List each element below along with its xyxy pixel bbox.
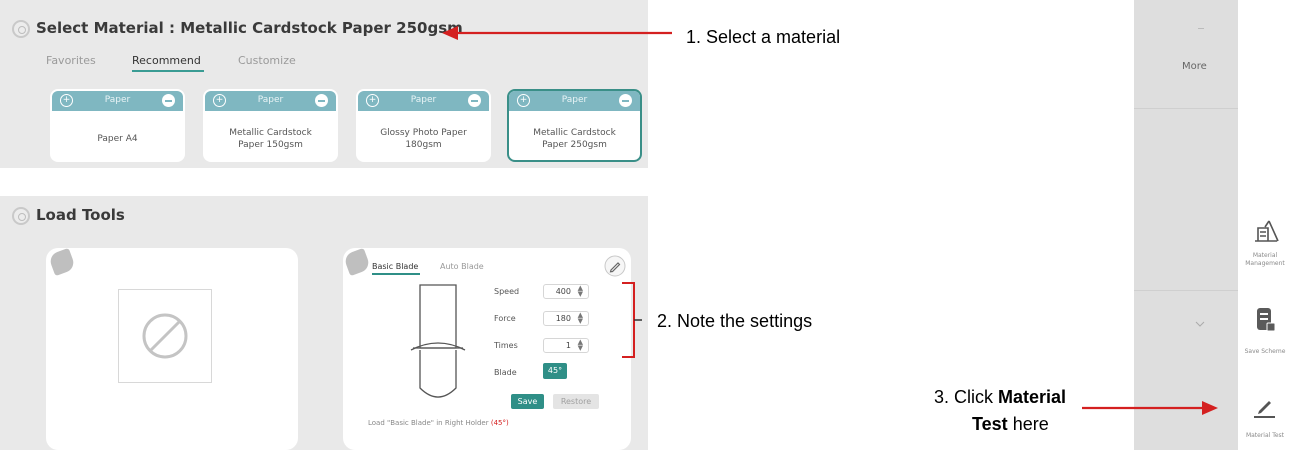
stepper-arrows-icon[interactable]: ▲ ▼ bbox=[578, 312, 583, 325]
load-tools-title: Load Tools bbox=[36, 206, 125, 224]
material-card-name: Metallic Cardstock Paper 150gsm bbox=[229, 127, 312, 150]
annotation-arrow-1 bbox=[442, 26, 672, 40]
restore-button[interactable]: Restore bbox=[553, 394, 599, 409]
no-tool-icon bbox=[142, 313, 188, 359]
save-button[interactable]: Save bbox=[511, 394, 544, 409]
material-management-icon[interactable] bbox=[1251, 215, 1281, 245]
annotation-step-3-test: Test bbox=[972, 414, 1008, 434]
material-card-name: Metallic Cardstock Paper 250gsm bbox=[533, 127, 616, 150]
holder-instruction: Load "Basic Blade" in Right Holder (45°) bbox=[368, 419, 509, 427]
annotation-step-3-bold: Material bbox=[998, 387, 1067, 407]
material-panel-title: Select Material : Metallic Cardstock Pap… bbox=[36, 19, 463, 37]
sidebar-divider bbox=[1134, 290, 1238, 291]
save-scheme-icon[interactable] bbox=[1254, 305, 1276, 335]
sidebar-divider bbox=[1134, 108, 1238, 109]
material-card-header: + Paper bbox=[205, 91, 336, 111]
annotation-bracket bbox=[622, 282, 642, 358]
annotation-step-3-prefix: 3. Click bbox=[934, 387, 999, 407]
holder-instruction-angle: (45°) bbox=[490, 419, 509, 427]
annotation-arrow-3 bbox=[1082, 401, 1218, 415]
active-tab-underline bbox=[132, 70, 204, 72]
chevron-down-icon[interactable] bbox=[1194, 320, 1206, 328]
blade-label: Blade bbox=[494, 368, 517, 377]
annotation-step-2: 2. Note the settings bbox=[657, 311, 813, 331]
holder-instruction-text: Load "Basic Blade" in Right Holder bbox=[368, 419, 491, 427]
material-card-header: + Paper bbox=[52, 91, 183, 111]
stepper-arrows-icon[interactable]: ▲ ▼ bbox=[578, 339, 583, 352]
annotation-step-1: 1. Select a material bbox=[686, 27, 841, 47]
annotation-step-3-line-1: 3. Click Material bbox=[934, 387, 1066, 408]
force-stepper[interactable]: 180 ▲ ▼ bbox=[543, 311, 589, 326]
annotation-step-3-suffix: here bbox=[1007, 414, 1049, 434]
tab-auto-blade[interactable]: Auto Blade bbox=[440, 262, 484, 271]
tab-favorites[interactable]: Favorites bbox=[46, 54, 96, 67]
tab-basic-blade[interactable]: Basic Blade bbox=[372, 262, 418, 271]
material-card-metallic-150[interactable]: + Paper Metallic Cardstock Paper 150gsm bbox=[203, 89, 338, 162]
settings-gear-icon bbox=[12, 207, 30, 225]
settings-gear-icon bbox=[12, 20, 30, 38]
times-stepper[interactable]: 1 ▲ ▼ bbox=[543, 338, 589, 353]
tab-recommend[interactable]: Recommend bbox=[132, 54, 201, 67]
times-value: 1 bbox=[565, 341, 571, 350]
force-value: 180 bbox=[555, 314, 571, 323]
material-card-name: Glossy Photo Paper 180gsm bbox=[380, 127, 467, 150]
remove-icon[interactable] bbox=[619, 94, 632, 107]
sidebar-label-save-scheme: Save Scheme bbox=[1244, 348, 1286, 355]
remove-icon[interactable] bbox=[162, 94, 175, 107]
material-card-paper-a4[interactable]: + Paper Paper A4 bbox=[50, 89, 185, 162]
active-blade-tab-underline bbox=[372, 273, 420, 275]
speed-stepper[interactable]: 400 ▲ ▼ bbox=[543, 284, 589, 299]
force-label: Force bbox=[494, 314, 516, 323]
tab-customize[interactable]: Customize bbox=[238, 54, 296, 67]
material-card-glossy-180[interactable]: + Paper Glossy Photo Paper 180gsm bbox=[356, 89, 491, 162]
material-test-icon[interactable] bbox=[1250, 393, 1278, 421]
annotation-step-3-line-2: Test here bbox=[972, 414, 1049, 435]
edit-pen-icon[interactable] bbox=[604, 255, 626, 277]
stepper-arrows-icon[interactable]: ▲ ▼ bbox=[578, 285, 583, 298]
times-label: Times bbox=[494, 341, 518, 350]
basic-blade-icon bbox=[410, 284, 466, 398]
collapse-dash-icon bbox=[1198, 28, 1204, 29]
material-card-name: Paper A4 bbox=[97, 133, 138, 144]
blade-angle-button[interactable]: 45° bbox=[543, 363, 567, 379]
sidebar-label-material-test: Material Test bbox=[1245, 432, 1285, 439]
speed-value: 400 bbox=[555, 287, 571, 296]
material-card-header: + Paper bbox=[509, 91, 640, 111]
speed-label: Speed bbox=[494, 287, 520, 296]
remove-icon[interactable] bbox=[468, 94, 481, 107]
screenshot-stage: Select Material : Metallic Cardstock Pap… bbox=[0, 0, 1292, 450]
more-button[interactable]: More bbox=[1182, 61, 1207, 72]
material-card-metallic-250[interactable]: + Paper Metallic Cardstock Paper 250gsm bbox=[507, 89, 642, 162]
material-card-header: + Paper bbox=[358, 91, 489, 111]
sidebar-label-material-management: Material Management bbox=[1245, 252, 1285, 267]
remove-icon[interactable] bbox=[315, 94, 328, 107]
